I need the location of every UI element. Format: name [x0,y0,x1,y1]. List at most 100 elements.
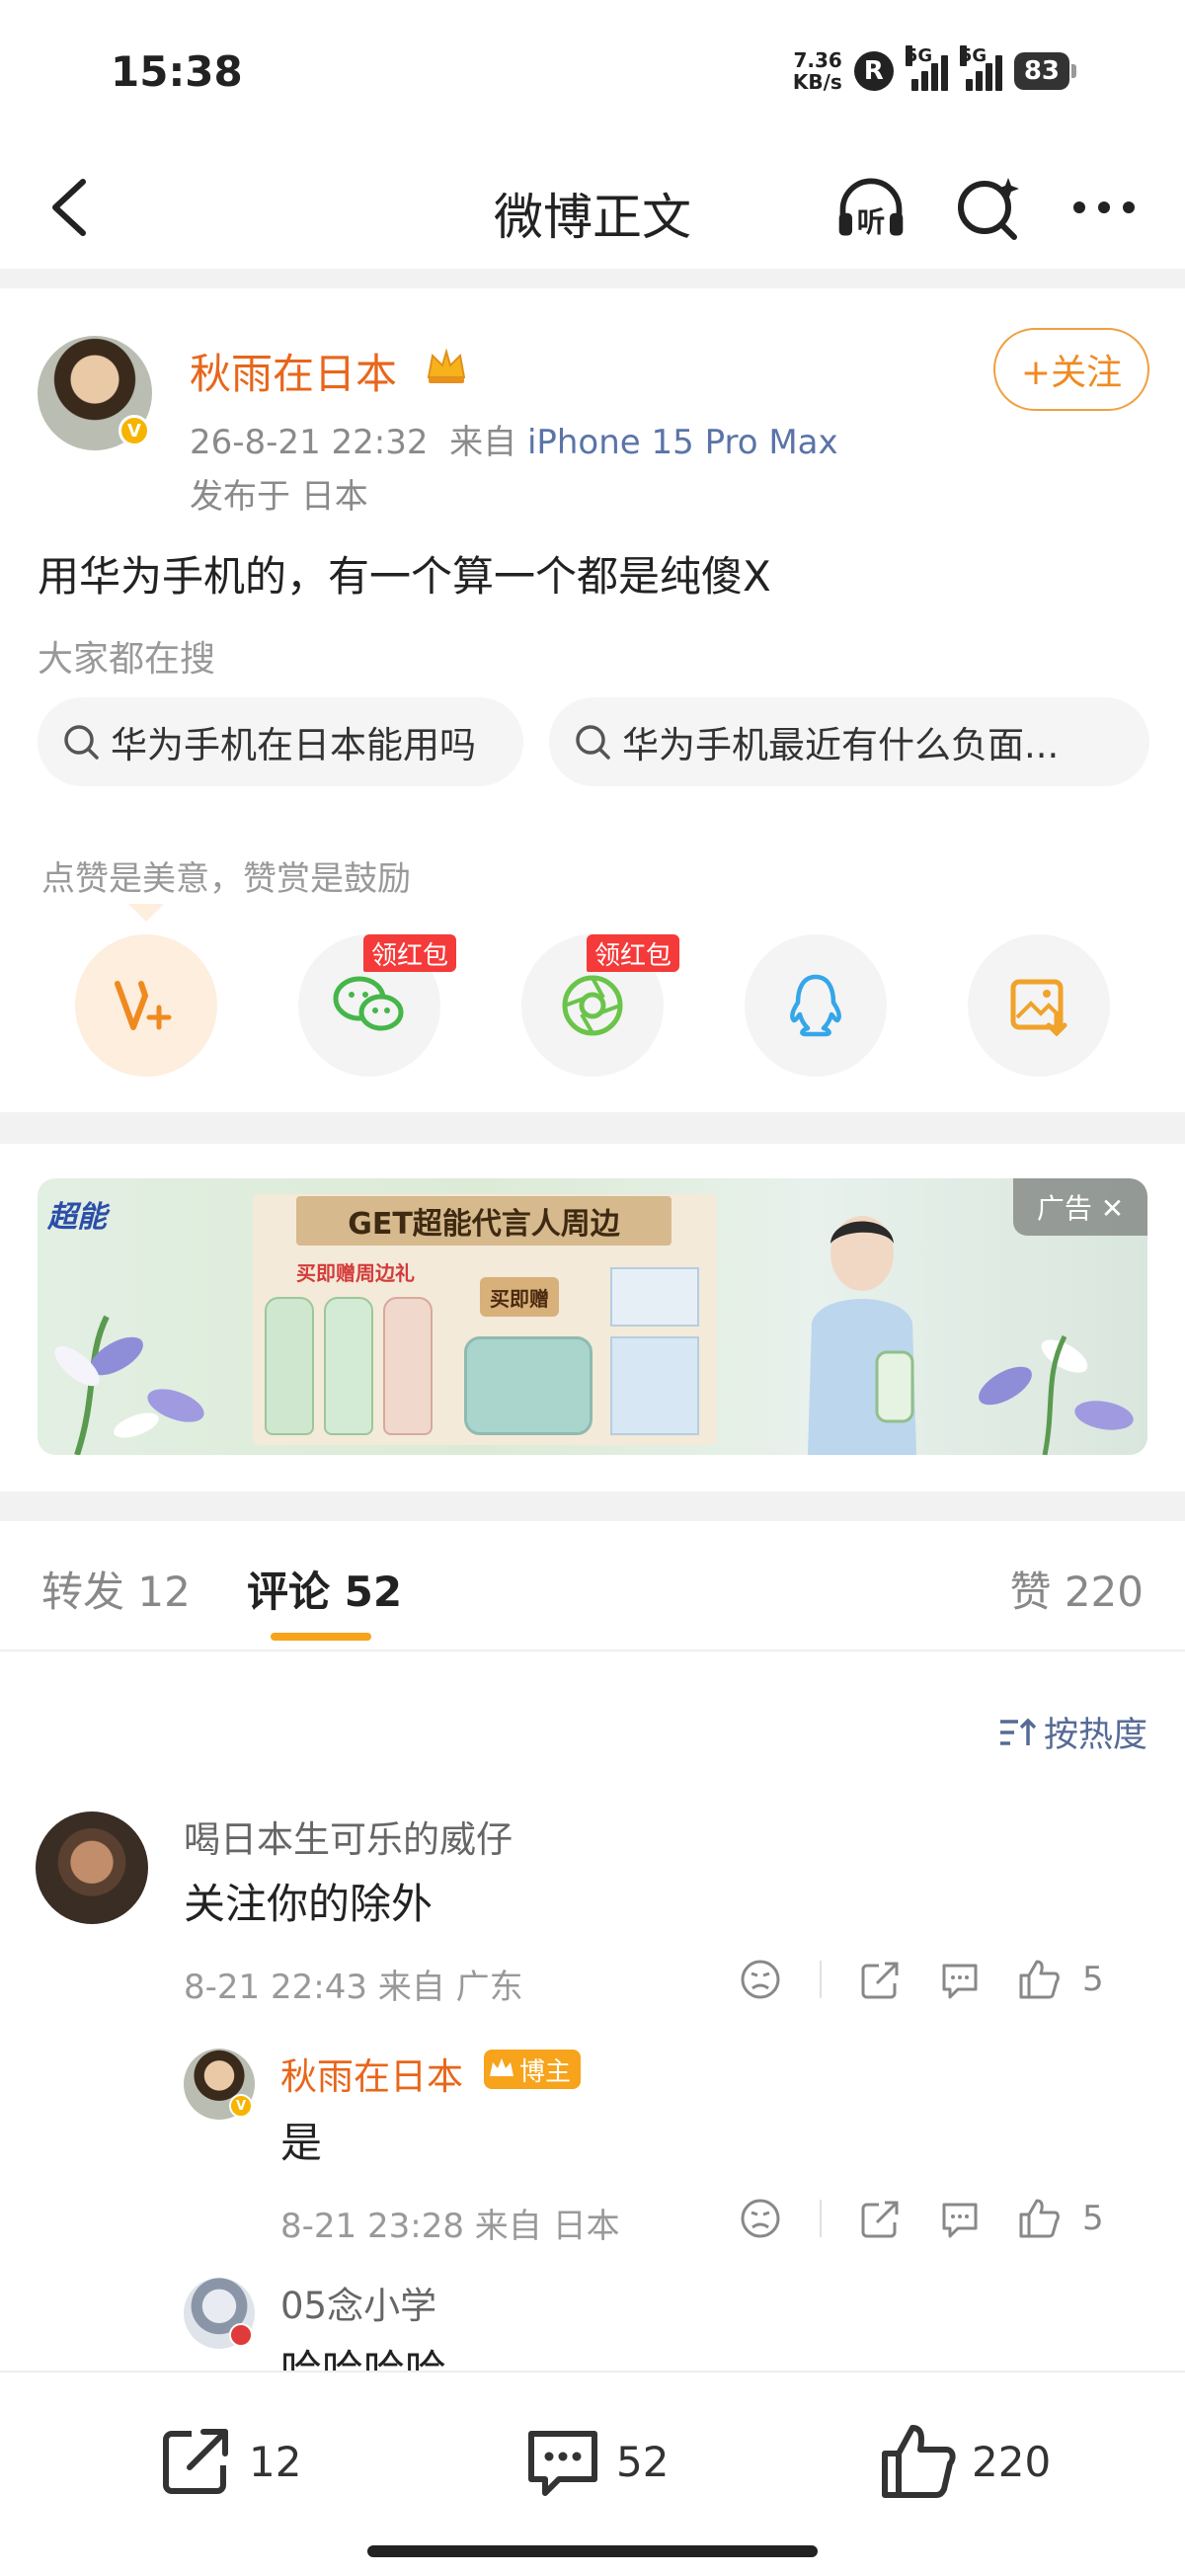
divider [0,1491,1185,1521]
reply-meta: 8-21 23:28 来自 日本 [280,2207,620,2246]
comment-icon [528,2431,597,2496]
dislike-icon[interactable] [721,2189,800,2248]
ad-promo: 买即赠周边礼 [296,1261,415,1285]
product-bottle [324,1297,373,1435]
follow-button[interactable]: +关注 [993,328,1149,411]
ad-spokesperson [808,1216,916,1455]
device-link[interactable]: iPhone 15 Pro Max [527,423,838,462]
repost-icon [163,2429,228,2494]
like-count: 5 [1082,2199,1104,2238]
r-badge-icon: R [853,51,894,91]
flower-decoration [979,1334,1134,1455]
net-speed: 7.36 KB/s [793,49,842,93]
qq-icon [790,974,841,1037]
post-location: 发布于 日本 [190,477,368,517]
search-icon [64,725,99,760]
dislike-icon[interactable] [721,1950,800,2009]
pointer-arrow [128,904,164,922]
repost-count: 12 [249,2437,302,2486]
battery-tip [1071,64,1076,78]
reply-author-name[interactable]: 秋雨在日本 [280,2047,463,2100]
search-chip[interactable]: 华为手机在日本能用吗 [38,697,523,786]
reply-icon[interactable] [920,1950,999,2009]
product-bottle [265,1297,314,1435]
blogger-badge: 博主 [484,2050,582,2089]
blogger-badge-label: 博主 [519,2056,572,2087]
search-chip-label: 华为手机最近有什么负面... [622,724,1060,766]
flower-decoration [54,1315,204,1455]
bottom-repost-button[interactable]: 12 [156,2422,301,2501]
comment-count: 52 [616,2437,670,2486]
ad-headline: GET超能代言人周边 [296,1196,672,1246]
divider [0,1112,1185,1144]
divider [0,269,1185,288]
divider [0,1650,1185,1651]
battery-icon: 83 [1013,52,1069,90]
net-speed-unit: KB/s [792,70,842,94]
save-image-button[interactable] [968,934,1110,1077]
author-name[interactable]: 秋雨在日本 [190,341,397,401]
save-image-icon [1010,979,1067,1037]
share-qq-button[interactable] [745,934,887,1077]
status-icons: 7.36 KB/s R 5G 5G 83 [793,45,1076,93]
reward-icon [115,981,172,1030]
reply-icon[interactable] [920,2189,999,2248]
ad-banner[interactable]: 超能 GET超能代言人周边 买即赠周边礼 买即赠 广告 ✕ [38,1178,1147,1455]
source-prefix: 来自 [449,423,517,462]
search-icon [576,725,610,760]
red-packet-tag: 领红包 [587,934,680,972]
listen-icon[interactable]: 听 [833,172,908,243]
member-badge-icon [229,2323,253,2347]
search-chip-label: 华为手机在日本能用吗 [111,724,476,766]
reward-button[interactable] [75,934,217,1077]
tab-indicator [271,1633,371,1641]
tab-repost[interactable]: 转发 12 [41,1559,191,1619]
like-icon[interactable] [999,1950,1078,2009]
sort-icon [999,1718,1037,1745]
more-icon[interactable] [1066,172,1142,243]
search-chip[interactable]: 华为手机最近有什么负面... [549,697,1149,786]
signal-icon: 5G [905,45,948,91]
sim2-label: 5G [959,45,988,66]
commenter-name[interactable]: 05念小学 [280,2276,436,2329]
praise-text: 点赞是美意，赞赏是鼓励 [41,859,411,899]
like-icon[interactable] [999,2189,1078,2248]
ad-brand-logo: 超能 [47,1200,107,1235]
divider [820,1961,822,1998]
product-card [610,1336,699,1435]
ad-buy-tag: 买即赠 [480,1277,559,1317]
post-time: 26-8-21 22:32 [190,423,429,462]
hot-search-title: 大家都在搜 [38,639,216,680]
moments-icon [562,975,623,1036]
sim1-label: 5G [905,45,933,66]
status-time: 15:38 [111,47,243,96]
bottom-like-button[interactable]: 220 [879,2422,1051,2501]
tab-like[interactable]: 赞 220 [1009,1559,1144,1619]
red-packet-tag: 领红包 [363,934,457,972]
reply-actions: 5 [721,2189,1104,2248]
bottom-comment-button[interactable]: 52 [523,2422,669,2501]
repost-icon[interactable] [841,2189,920,2248]
home-indicator[interactable] [367,2545,818,2557]
like-count: 220 [972,2437,1052,2486]
crown-icon [427,348,466,383]
divider [820,2200,822,2237]
like-count: 5 [1082,1960,1104,1999]
net-speed-value: 7.36 [793,48,842,72]
sort-button[interactable]: 按热度 [998,1707,1147,1757]
product-suitcase [464,1336,592,1435]
search-sparkle-icon[interactable] [950,172,1025,243]
svg-text:听: 听 [857,206,886,239]
product-bottle [383,1297,433,1435]
signal-icon-2: 5G [959,45,1002,91]
ad-close-button[interactable]: 广告 ✕ [1013,1178,1147,1236]
crown-icon [490,2058,514,2076]
verified-badge-icon: V [118,415,150,446]
commenter-avatar[interactable] [36,1811,148,1924]
repost-icon[interactable] [841,1950,920,2009]
sort-label: 按热度 [1043,1716,1147,1755]
commenter-name[interactable]: 喝日本生可乐的威仔 [184,1810,513,1863]
product-card [610,1267,699,1327]
tab-comment[interactable]: 评论 52 [247,1559,402,1619]
status-bar: 15:38 7.36 KB/s R 5G 5G 83 [0,0,1185,148]
